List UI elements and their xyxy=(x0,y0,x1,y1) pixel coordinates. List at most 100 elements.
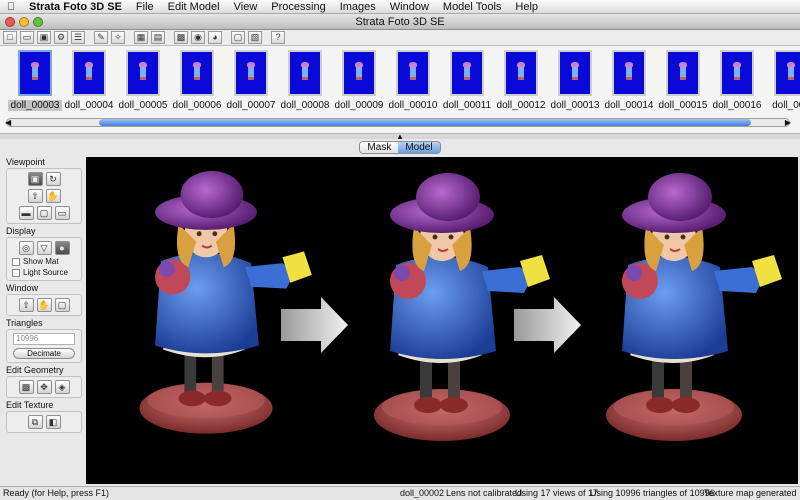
filmstrip-thumbnail[interactable]: doll_00004 xyxy=(62,50,116,111)
scrollbar-thumb[interactable] xyxy=(99,119,751,126)
tab-mask[interactable]: Mask xyxy=(360,142,399,153)
copy-texture-icon[interactable]: ⧉ xyxy=(27,415,43,429)
filmstrip-thumbnail[interactable]: doll_00015 xyxy=(656,50,710,111)
window-top-icon[interactable]: ⇧ xyxy=(18,298,34,312)
window-hand-icon[interactable]: ✋ xyxy=(36,298,52,312)
window-group: ⇧ ✋ ▢ xyxy=(6,294,82,316)
filmstrip-thumbnail[interactable]: doll_00013 xyxy=(548,50,602,111)
pan-hand-icon[interactable]: ✋ xyxy=(45,189,61,203)
new-document-icon[interactable]: □ xyxy=(3,31,17,44)
thumbnail-label: doll_00009 xyxy=(334,100,384,111)
rotate-icon[interactable]: ↻ xyxy=(45,172,61,186)
menu-help[interactable]: Help xyxy=(508,1,545,13)
filmstrip-thumbnail[interactable]: doll_00005 xyxy=(116,50,170,111)
filmstrip-thumbnail[interactable]: doll_00014 xyxy=(602,50,656,111)
filmstrip-thumbnail[interactable]: doll_00007 xyxy=(224,50,278,111)
wand-icon[interactable]: ✎ xyxy=(94,31,108,44)
view-front-icon[interactable]: ▣ xyxy=(27,172,43,186)
globe-icon[interactable]: ◕ xyxy=(208,31,222,44)
apple-menu-icon[interactable]:  xyxy=(0,1,22,13)
erase-geometry-icon[interactable]: ◈ xyxy=(54,380,70,394)
filmstrip-thumbnail[interactable]: doll_00016 xyxy=(710,50,764,111)
filmstrip-thumbnail[interactable]: doll_00010 xyxy=(386,50,440,111)
scroll-left-icon[interactable]: ◀ xyxy=(5,118,11,127)
window-section-title: Window xyxy=(6,283,39,293)
thumbnail-label: doll_00016 xyxy=(712,100,762,111)
triangle-count-field[interactable]: 10996 xyxy=(13,333,75,345)
thumbnail-image xyxy=(126,50,160,96)
app-menu[interactable]: Strata Foto 3D SE xyxy=(22,1,129,13)
help-icon[interactable]: ? xyxy=(271,31,285,44)
menu-images[interactable]: Images xyxy=(333,1,383,13)
menu-bar:  Strata Foto 3D SE File Edit Model View… xyxy=(0,0,800,14)
toolbar: □ ▭ ▣ ⚙ ☰ ✎ ✧ ▦ ▤ ▩ ◉ ◕ ▢ ▧ ? xyxy=(0,30,800,46)
menu-view[interactable]: View xyxy=(227,1,265,13)
viewpoint-title: Viewpoint xyxy=(6,157,45,167)
detail-list-icon[interactable]: ▤ xyxy=(151,31,165,44)
filmstrip-thumbnail[interactable]: doll_00012 xyxy=(494,50,548,111)
move-geometry-icon[interactable]: ✥ xyxy=(36,380,52,394)
view-top-icon[interactable]: ⇧ xyxy=(27,189,43,203)
light-source-label: Light Source xyxy=(23,268,68,277)
filmstrip-thumbnail[interactable]: doll_000 xyxy=(764,50,800,111)
zoom-fit-icon[interactable]: ▢ xyxy=(36,206,52,220)
status-texture: Texture map generated xyxy=(704,488,797,498)
paste-texture-icon[interactable]: ◧ xyxy=(45,415,61,429)
thumbnail-list: doll_00003 doll_00004 doll_00005 doll_00006… xyxy=(8,50,800,111)
thumbnail-label: doll_00010 xyxy=(388,100,438,111)
thumbnail-image xyxy=(288,50,322,96)
show-mat-checkbox[interactable]: Show Mat xyxy=(12,257,78,266)
filmstrip-thumbnail[interactable]: doll_00011 xyxy=(440,50,494,111)
tab-model[interactable]: Model xyxy=(398,142,440,153)
menu-file[interactable]: File xyxy=(129,1,161,13)
crop-icon[interactable]: ▩ xyxy=(174,31,188,44)
export-icon[interactable]: ▧ xyxy=(248,31,262,44)
edit-texture-group: ⧉ ◧ xyxy=(6,411,82,433)
thumbnail-image xyxy=(18,50,52,96)
edit-texture-title: Edit Texture xyxy=(6,400,54,410)
thumbnail-label: doll_00007 xyxy=(226,100,276,111)
select-geometry-icon[interactable]: ▩ xyxy=(18,380,34,394)
filmstrip-thumbnail[interactable]: doll_00009 xyxy=(332,50,386,111)
menu-model-tools[interactable]: Model Tools xyxy=(436,1,509,13)
scroll-right-icon[interactable]: ▶ xyxy=(785,118,791,127)
thumbnail-image xyxy=(342,50,376,96)
triangles-title: Triangles xyxy=(6,318,43,328)
zoom-in-icon[interactable]: ▭ xyxy=(54,206,70,220)
open-folder-icon[interactable]: ▭ xyxy=(20,31,34,44)
filmstrip-thumbnail[interactable]: doll_00003 xyxy=(8,50,62,111)
scene-icon[interactable]: ▢ xyxy=(231,31,245,44)
menu-processing[interactable]: Processing xyxy=(264,1,332,13)
camera-icon[interactable]: ◉ xyxy=(191,31,205,44)
thumbnails-icon[interactable]: ▦ xyxy=(134,31,148,44)
arrow-icon-1 xyxy=(281,297,348,353)
decimate-button[interactable]: Decimate xyxy=(13,348,75,359)
edit-geometry-title: Edit Geometry xyxy=(6,365,64,375)
save-icon[interactable]: ▣ xyxy=(37,31,51,44)
filmstrip-scrollbar[interactable]: ◀ ▶ xyxy=(5,118,791,127)
zoom-out-icon[interactable]: ▬ xyxy=(18,206,34,220)
filmstrip-thumbnail[interactable]: doll_00008 xyxy=(278,50,332,111)
doll-model-raw xyxy=(138,170,313,435)
filmstrip-thumbnail[interactable]: doll_00006 xyxy=(170,50,224,111)
window-fit-icon[interactable]: ▢ xyxy=(54,298,70,312)
menu-edit-model[interactable]: Edit Model xyxy=(161,1,227,13)
thumbnail-image xyxy=(666,50,700,96)
thumbnail-image xyxy=(396,50,430,96)
thumbnail-image xyxy=(504,50,538,96)
list-icon[interactable]: ☰ xyxy=(71,31,85,44)
shaded-display-icon[interactable]: ● xyxy=(54,241,70,255)
viewpoint-group: ▣ ↻ ⇧ ✋ ▬ ▢ ▭ xyxy=(6,168,82,224)
tool-panel: Viewpoint ▣ ↻ ⇧ ✋ ▬ ▢ ▭ Display ◎ ▽ ● Sh… xyxy=(6,156,82,484)
texture-display-icon[interactable]: ◎ xyxy=(18,241,34,255)
status-bar: Ready (for Help, press F1) doll_00002 Le… xyxy=(0,486,800,500)
brush-icon[interactable]: ✧ xyxy=(111,31,125,44)
model-viewport[interactable] xyxy=(86,157,798,484)
window-title-bar: Strata Foto 3D SE xyxy=(0,14,800,30)
wireframe-display-icon[interactable]: ▽ xyxy=(36,241,52,255)
gear-icon[interactable]: ⚙ xyxy=(54,31,68,44)
view-mode-tabs: Mask Model xyxy=(0,139,800,156)
menu-window[interactable]: Window xyxy=(383,1,436,13)
light-source-checkbox[interactable]: Light Source xyxy=(12,268,78,277)
thumbnail-label: doll_00014 xyxy=(604,100,654,111)
